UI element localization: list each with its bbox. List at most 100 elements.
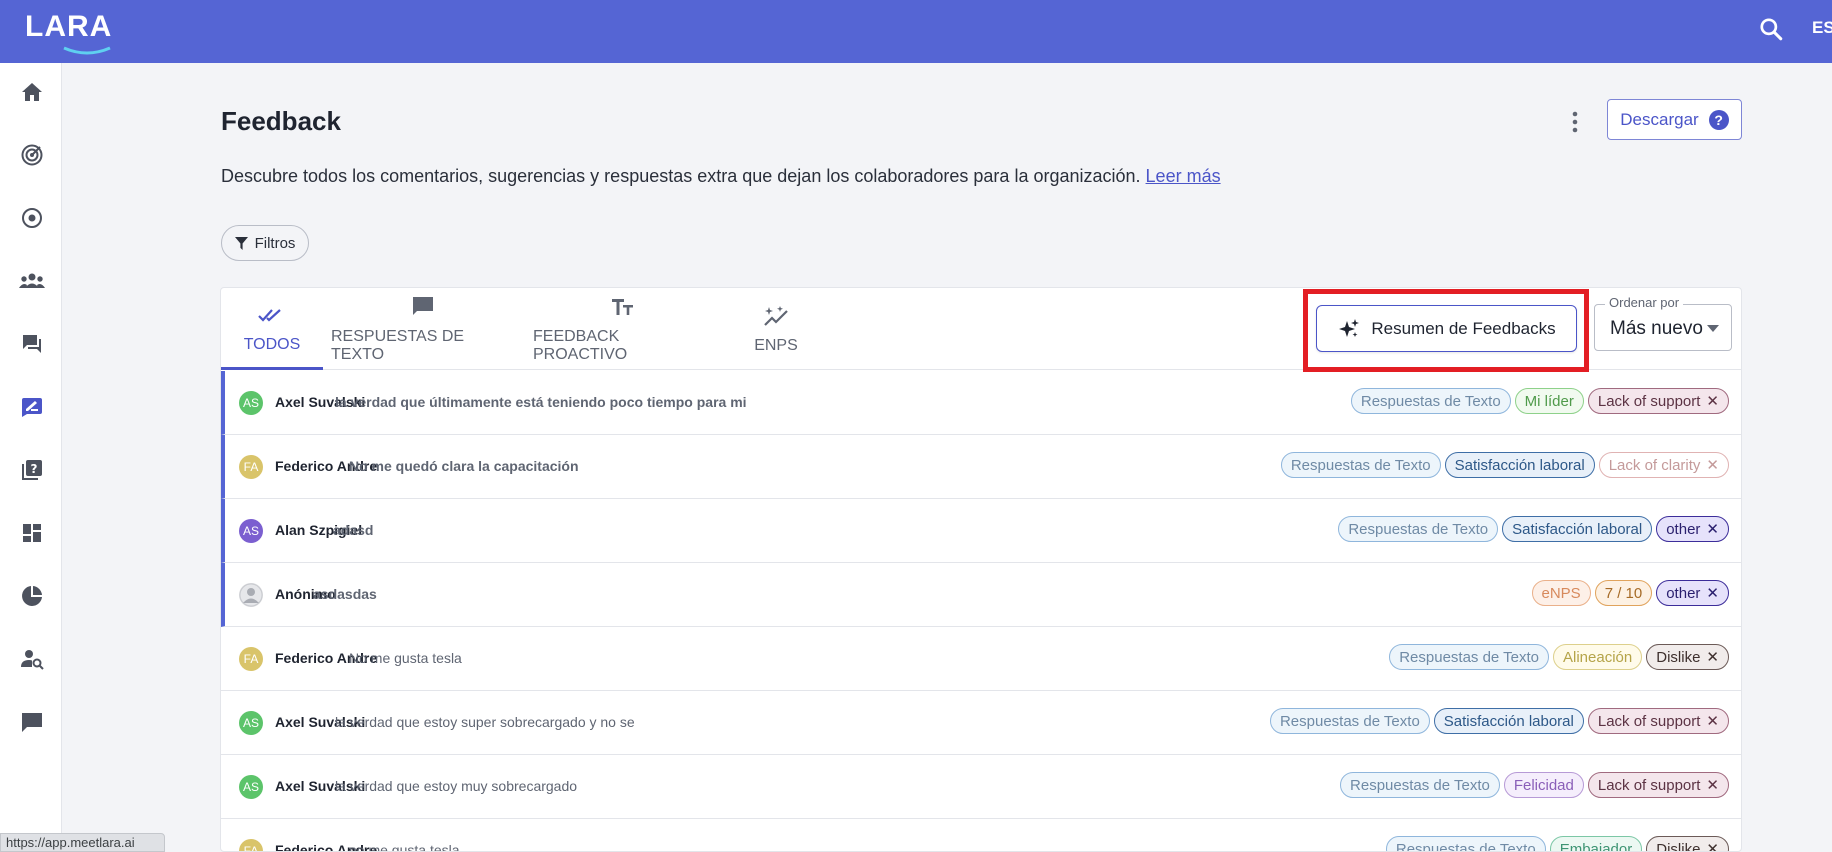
feedback-row[interactable]: AS Axel Suvalski la verdad que estoy muy s… bbox=[221, 755, 1741, 819]
radar-icon[interactable] bbox=[17, 140, 47, 170]
chevron-down-icon bbox=[1707, 325, 1719, 332]
tag-chip[interactable]: Dislike ✕ bbox=[1646, 644, 1729, 670]
tag-chip[interactable]: Respuestas de Texto bbox=[1340, 772, 1500, 798]
feedback-icon[interactable] bbox=[17, 392, 47, 422]
tag-chip[interactable]: Respuestas de Texto bbox=[1350, 388, 1511, 414]
text-size-icon bbox=[612, 299, 633, 315]
tag-chip[interactable]: Felicidad bbox=[1503, 772, 1584, 798]
tag-chip[interactable]: Satisfacción laboral bbox=[1444, 452, 1595, 478]
sort-select[interactable]: Ordenar por Más nuevo bbox=[1594, 295, 1732, 351]
avatar: FA bbox=[239, 647, 263, 671]
help-icon[interactable]: ? bbox=[1708, 109, 1729, 130]
dashboard-icon[interactable] bbox=[17, 518, 47, 548]
message-icon[interactable] bbox=[17, 707, 47, 737]
tag-chip[interactable]: Embajador bbox=[1549, 836, 1643, 852]
tag-chip[interactable]: Respuestas de Texto bbox=[1269, 708, 1430, 734]
tag-chip[interactable]: Respuestas de Texto bbox=[1389, 644, 1550, 670]
tag-list: Respuestas de Texto Satisfacción laboral L… bbox=[1269, 708, 1729, 734]
tag-label: Embajador bbox=[1559, 840, 1633, 852]
tag-label: Dislike bbox=[1656, 648, 1701, 666]
tag-chip[interactable]: other ✕ bbox=[1656, 580, 1729, 606]
feedback-row[interactable]: FA Federico Andre No me quedó clara la cap… bbox=[221, 435, 1741, 499]
tag-chip[interactable]: Dislike ✕ bbox=[1646, 836, 1729, 852]
tag-label: Respuestas de Texto bbox=[1348, 520, 1489, 538]
team-icon[interactable] bbox=[17, 266, 47, 296]
tab-todos[interactable]: TODOS bbox=[221, 288, 323, 370]
tag-label: Respuestas de Texto bbox=[1395, 840, 1536, 852]
logo-swoosh-icon bbox=[63, 46, 111, 55]
tag-chip[interactable]: eNPS bbox=[1531, 580, 1591, 606]
anonymous-avatar-icon bbox=[239, 583, 263, 607]
tag-label: Satisfacción laboral bbox=[1443, 712, 1574, 730]
filters-label: Filtros bbox=[254, 234, 296, 252]
tag-chip[interactable]: Respuestas de Texto bbox=[1385, 836, 1546, 852]
top-bar: LARA ES bbox=[0, 0, 1832, 63]
tag-chip[interactable]: 7 / 10 bbox=[1594, 580, 1653, 606]
tab-enps[interactable]: ENPS bbox=[721, 288, 831, 370]
feedback-comment: la verdad que estoy muy sobrecargado bbox=[335, 778, 578, 794]
more-options-icon[interactable] bbox=[1563, 108, 1587, 136]
tab-respuestas-de-texto[interactable]: RESPUESTAS DE TEXTO bbox=[331, 288, 515, 370]
tag-chip[interactable]: Respuestas de Texto bbox=[1280, 452, 1441, 478]
tag-chip[interactable]: Satisfacción laboral bbox=[1502, 516, 1653, 542]
tab-feedback-proactivo[interactable]: FEEDBACK PROACTIVO bbox=[533, 288, 713, 370]
feedback-row[interactable]: AS Axel Suvalski la verdad que estoy super… bbox=[221, 691, 1741, 755]
feedback-row[interactable]: FA Federico Andre No me gusta tesla Respues… bbox=[221, 627, 1741, 691]
language-selector[interactable]: ES bbox=[1812, 18, 1832, 38]
feedback-row[interactable]: FA Federico Andre no me gusta tesla Respues… bbox=[221, 819, 1741, 852]
question-book-icon[interactable]: ? bbox=[17, 455, 47, 485]
close-icon[interactable]: ✕ bbox=[1706, 456, 1719, 474]
target-icon[interactable] bbox=[17, 203, 47, 233]
tag-chip[interactable]: Satisfacción laboral bbox=[1433, 708, 1584, 734]
feedback-row[interactable]: AS Axel Suvalski la verdad que últimamente… bbox=[221, 371, 1741, 435]
tag-chip[interactable]: Lack of clarity ✕ bbox=[1598, 452, 1729, 478]
avatar: AS bbox=[239, 775, 263, 799]
feedback-row[interactable]: Anónimo asdasdas eNPS 7 / 10 other ✕ bbox=[221, 563, 1741, 627]
tag-label: Dislike bbox=[1656, 840, 1701, 852]
search-icon[interactable] bbox=[1758, 16, 1784, 42]
tag-list: Respuestas de Texto Mi líder Lack of suppo… bbox=[1350, 388, 1729, 414]
tag-list: eNPS 7 / 10 other ✕ bbox=[1531, 580, 1729, 606]
close-icon[interactable]: ✕ bbox=[1706, 392, 1719, 410]
feedback-comment: No me gusta tesla bbox=[349, 650, 462, 666]
tag-label: eNPS bbox=[1541, 584, 1581, 602]
read-more-link[interactable]: Leer más bbox=[1146, 166, 1221, 186]
tag-list: Respuestas de Texto Satisfacción laboral o… bbox=[1338, 516, 1729, 542]
tag-label: Lack of support bbox=[1597, 776, 1701, 794]
close-icon[interactable]: ✕ bbox=[1706, 840, 1719, 851]
summary-label: Resumen de Feedbacks bbox=[1371, 318, 1556, 338]
close-icon[interactable]: ✕ bbox=[1706, 712, 1719, 730]
filters-button[interactable]: Filtros bbox=[221, 225, 309, 261]
pie-chart-icon[interactable] bbox=[17, 581, 47, 611]
tag-chip[interactable]: other ✕ bbox=[1656, 516, 1729, 542]
tag-chip[interactable]: Lack of support ✕ bbox=[1587, 388, 1729, 414]
feedback-row[interactable]: AS Alan Szpigiel adasd Respuestas de Texto S… bbox=[221, 499, 1741, 563]
home-icon[interactable] bbox=[17, 77, 47, 107]
download-button[interactable]: Descargar ? bbox=[1607, 99, 1742, 140]
description-text: Descubre todos los comentarios, sugerenc… bbox=[221, 166, 1141, 186]
tag-chip[interactable]: Respuestas de Texto bbox=[1338, 516, 1499, 542]
feedback-comment: no me gusta tesla bbox=[349, 842, 460, 852]
feedback-summary-button[interactable]: Resumen de Feedbacks bbox=[1316, 305, 1577, 352]
double-check-icon bbox=[258, 308, 281, 322]
lara-logo[interactable]: LARA bbox=[25, 10, 112, 44]
user-search-icon[interactable] bbox=[17, 644, 47, 674]
tag-chip[interactable]: Mi líder bbox=[1514, 388, 1584, 414]
tab-label: FEEDBACK PROACTIVO bbox=[533, 328, 628, 363]
close-icon[interactable]: ✕ bbox=[1706, 648, 1719, 666]
close-icon[interactable]: ✕ bbox=[1706, 776, 1719, 794]
tag-label: Respuestas de Texto bbox=[1399, 648, 1540, 666]
page-title: Feedback bbox=[221, 106, 341, 136]
chat-icon[interactable] bbox=[17, 329, 47, 359]
tag-chip[interactable]: Lack of support ✕ bbox=[1587, 772, 1729, 798]
tag-list: Respuestas de Texto Felicidad Lack of supp… bbox=[1340, 772, 1729, 798]
tag-chip[interactable]: Alineación bbox=[1553, 644, 1643, 670]
tag-label: Satisfacción laboral bbox=[1454, 456, 1585, 474]
tag-label: Respuestas de Texto bbox=[1360, 392, 1501, 410]
tab-label: RESPUESTAS DE TEXTO bbox=[331, 328, 465, 363]
close-icon[interactable]: ✕ bbox=[1706, 584, 1719, 602]
svg-text:?: ? bbox=[31, 462, 38, 476]
tab-label: TODOS bbox=[243, 335, 301, 353]
close-icon[interactable]: ✕ bbox=[1706, 520, 1719, 538]
tag-chip[interactable]: Lack of support ✕ bbox=[1587, 708, 1729, 734]
